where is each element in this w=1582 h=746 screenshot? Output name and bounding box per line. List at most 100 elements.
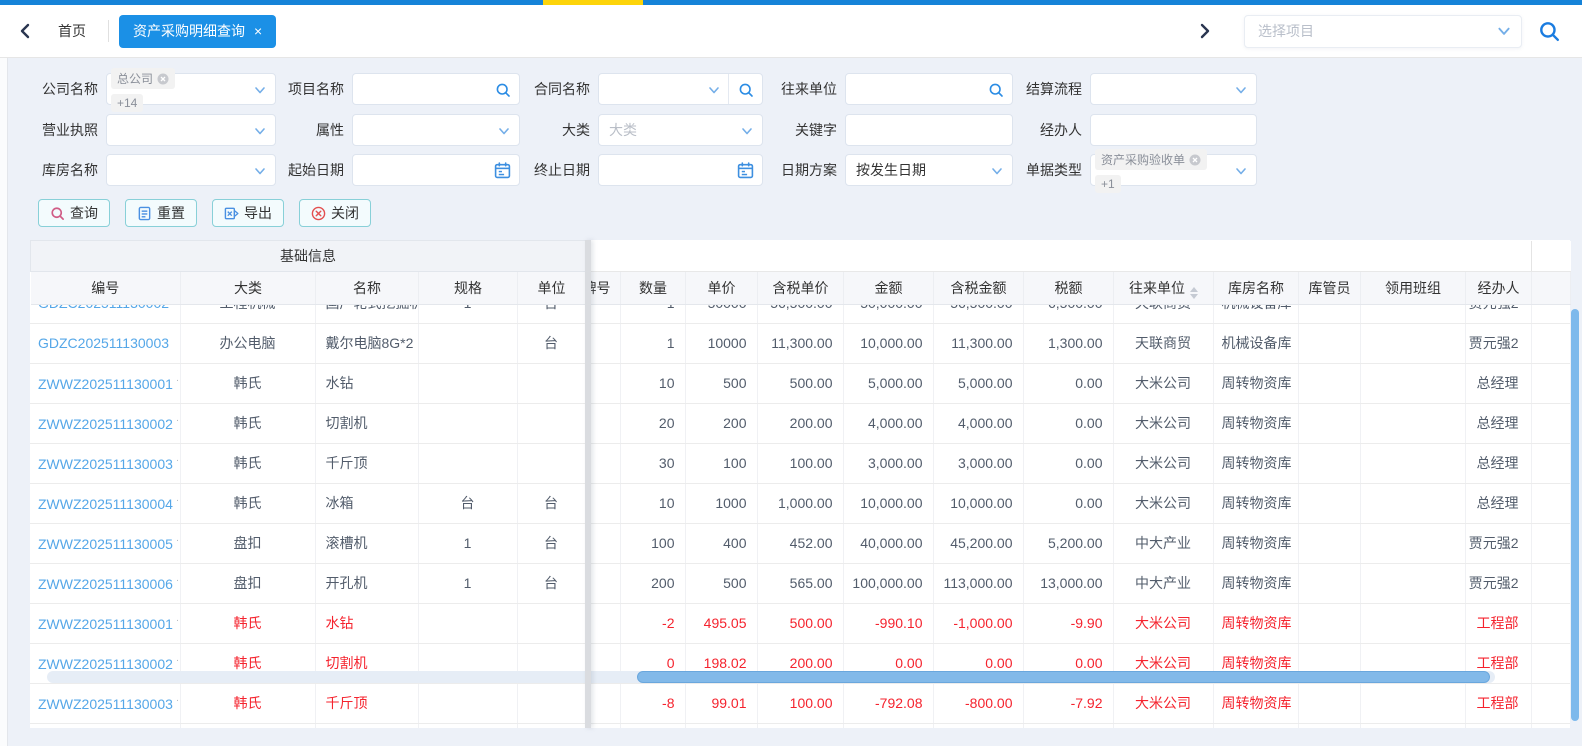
close-button[interactable]: 关闭	[299, 199, 371, 227]
counterparty-input[interactable]	[845, 73, 1013, 105]
tab-close-icon[interactable]: ×	[254, 23, 262, 39]
category-select[interactable]: 大类	[598, 114, 763, 146]
cell-amount	[843, 723, 934, 728]
horizontal-scrollbar-thumb[interactable]	[637, 671, 1490, 683]
tab-home[interactable]: 首页	[58, 21, 86, 41]
calendar-icon[interactable]	[494, 162, 511, 179]
cell-spec	[418, 683, 518, 724]
document-id-link[interactable]: ZWWZ202511130003	[38, 696, 173, 712]
table-body-viewport[interactable]: GDZC202511130002工程机械国产轮式挖掘机1台15000056,50…	[30, 304, 1570, 728]
settlement-select[interactable]	[1090, 73, 1257, 105]
document-id-link[interactable]: ZWWZ202511130006	[38, 576, 173, 592]
cell-warehouse: 周转物资库	[1213, 683, 1299, 724]
chevron-down-icon	[1498, 27, 1510, 35]
tag-remove-icon[interactable]	[1189, 154, 1201, 166]
query-button[interactable]: 查询	[38, 199, 110, 227]
cell-id[interactable]: ZWWZ202511130003 ·	[30, 683, 181, 724]
document-id-link[interactable]: ZWWZ202511130003	[38, 456, 173, 472]
project-select[interactable]: 选择项目	[1244, 14, 1522, 48]
search-icon[interactable]	[738, 82, 754, 98]
license-select[interactable]	[106, 114, 276, 146]
cell-id[interactable]: ZWWZ202511130001 ·	[30, 363, 181, 404]
date-scheme-value: 按发生日期	[856, 162, 926, 178]
cell-keeper	[1298, 563, 1361, 604]
cell-id[interactable]: ZWWZ202511130005 ·	[30, 523, 181, 564]
document-id-link[interactable]: ZWWZ202511130001	[38, 376, 173, 392]
document-id-link[interactable]: ZWWZ202511130002	[38, 656, 173, 672]
cell-id[interactable]: ZWWZ202511130001 ·	[30, 603, 181, 644]
handler-input[interactable]	[1090, 114, 1257, 146]
filter-label-doc-type: 单据类型	[1026, 162, 1082, 178]
cell-tax: 0.00	[1023, 363, 1114, 404]
cell-category: 办公电脑	[180, 323, 316, 364]
document-id-link[interactable]: ZWWZ202511130001	[38, 616, 173, 632]
table-row[interactable]: ZWWZ202511130001 · 韩氏 水钻 10 500 500.00 5,000.00…	[30, 363, 1570, 404]
tag-remove-icon[interactable]	[157, 73, 169, 85]
start-date-input[interactable]	[352, 154, 520, 186]
group-header-empty	[585, 240, 1533, 272]
search-icon[interactable]	[988, 82, 1004, 98]
vertical-scrollbar-thumb[interactable]	[1571, 309, 1579, 721]
company-more-count[interactable]: +14	[111, 94, 144, 112]
cell-id[interactable]: GDZC202511130002	[30, 304, 181, 324]
cell-filler	[1531, 723, 1570, 728]
cell-amount_tax	[933, 723, 1024, 728]
document-id-link[interactable]: ZWWZ202511130004	[38, 496, 173, 512]
export-button[interactable]: 导出	[212, 199, 284, 227]
table-row[interactable]: ZWWZ202511130001 · 韩氏 水钻 -2 495.05 500.00 -990.…	[30, 603, 1570, 644]
cell-counterparty: 大米公司	[1113, 683, 1214, 724]
table-row[interactable]: ZWWZ202511130005 · 盘扣 滚槽机 1 台 100 400 452.00 40,0…	[30, 523, 1570, 564]
contract-name-combo[interactable]	[598, 73, 763, 105]
warehouse-select[interactable]	[106, 154, 276, 186]
doc-type-select[interactable]: 资产采购验收单 +1	[1090, 149, 1257, 193]
table-row[interactable]: ZWWZ202511130006 · 盘扣 开孔机 1 台 200 500 565.00 100,…	[30, 563, 1570, 604]
date-scheme-select[interactable]: 按发生日期	[845, 154, 1013, 186]
document-id-link[interactable]: ZWWZ202511130002	[38, 416, 173, 432]
calendar-icon[interactable]	[737, 162, 754, 179]
back-chevron-icon[interactable]	[18, 23, 32, 39]
cell-price_tax: 1,000.00	[757, 483, 844, 524]
tag-label: 资产采购验收单	[1101, 153, 1186, 167]
cell-handler: 贾元强2	[1465, 323, 1532, 364]
document-id-link[interactable]: GDZC202511130003	[38, 335, 169, 351]
reset-button-label: 重置	[157, 205, 185, 221]
cell-category: 盘扣	[180, 563, 316, 604]
attribute-select[interactable]	[352, 114, 520, 146]
project-name-input[interactable]	[352, 73, 520, 105]
table-row[interactable]: ZWWZ202511130003 · 韩氏 千斤顶 30 100 100.00 3,000.0…	[30, 443, 1570, 484]
table-head-row: 编号大类名称规格单位牌号数量单价含税单价金额含税金额税额往来单位库房名称库管员领…	[30, 271, 1572, 305]
reset-button[interactable]: 重置	[125, 199, 197, 227]
cell-team	[1360, 483, 1466, 524]
tab-active[interactable]: 资产采购明细查询 ×	[119, 14, 277, 48]
cell-id[interactable]: ZWWZ202511130002 ·	[30, 403, 181, 444]
cell-id[interactable]: ZWWZ202511130003 ·	[30, 443, 181, 484]
column-header-warehouse: 库房名称	[1213, 271, 1300, 305]
table-row[interactable]	[30, 723, 1570, 728]
row-note-icon: ·	[175, 694, 180, 706]
column-header-counterparty[interactable]: 往来单位	[1113, 271, 1215, 305]
cell-counterparty: 大米公司	[1113, 363, 1214, 404]
end-date-input[interactable]	[598, 154, 763, 186]
forward-chevron-icon[interactable]	[1198, 23, 1212, 39]
sort-icon[interactable]	[1190, 286, 1199, 299]
table-row[interactable]: ZWWZ202511130004 · 韩氏 冰箱台台 10 1000 1,000.00 10,…	[30, 483, 1570, 524]
table-row[interactable]: ZWWZ202511130003 · 韩氏 千斤顶 -8 99.01 100.00 -792.…	[30, 683, 1570, 724]
frozen-columns-divider[interactable]	[585, 240, 591, 728]
table-row[interactable]: GDZC202511130003 办公电脑 戴尔电脑8G*2 台 1 10000 11,30…	[30, 323, 1570, 364]
cell-id[interactable]: ZWWZ202511130006 ·	[30, 563, 181, 604]
search-icon[interactable]	[1538, 20, 1560, 42]
table-row[interactable]: GDZC202511130002工程机械国产轮式挖掘机1台15000056,50…	[30, 304, 1570, 324]
doc-type-more-count[interactable]: +1	[1095, 175, 1121, 193]
cell-keeper	[1298, 523, 1361, 564]
company-select[interactable]: 总公司 +14	[106, 68, 276, 112]
table-row[interactable]: ZWWZ202511130002 · 韩氏 切割机 20 200 200.00 4,000.0…	[30, 403, 1570, 444]
search-icon[interactable]	[495, 82, 511, 98]
keyword-input[interactable]	[845, 114, 1013, 146]
cell-qty: 10	[620, 363, 686, 404]
cell-id[interactable]: GDZC202511130003	[30, 323, 181, 364]
cell-filler	[1531, 304, 1570, 324]
document-id-link[interactable]: ZWWZ202511130005	[38, 536, 173, 552]
cell-id[interactable]: ZWWZ202511130004 ·	[30, 483, 181, 524]
cell-warehouse: 机械设备库	[1213, 323, 1299, 364]
document-id-link[interactable]: GDZC202511130002	[38, 304, 169, 311]
